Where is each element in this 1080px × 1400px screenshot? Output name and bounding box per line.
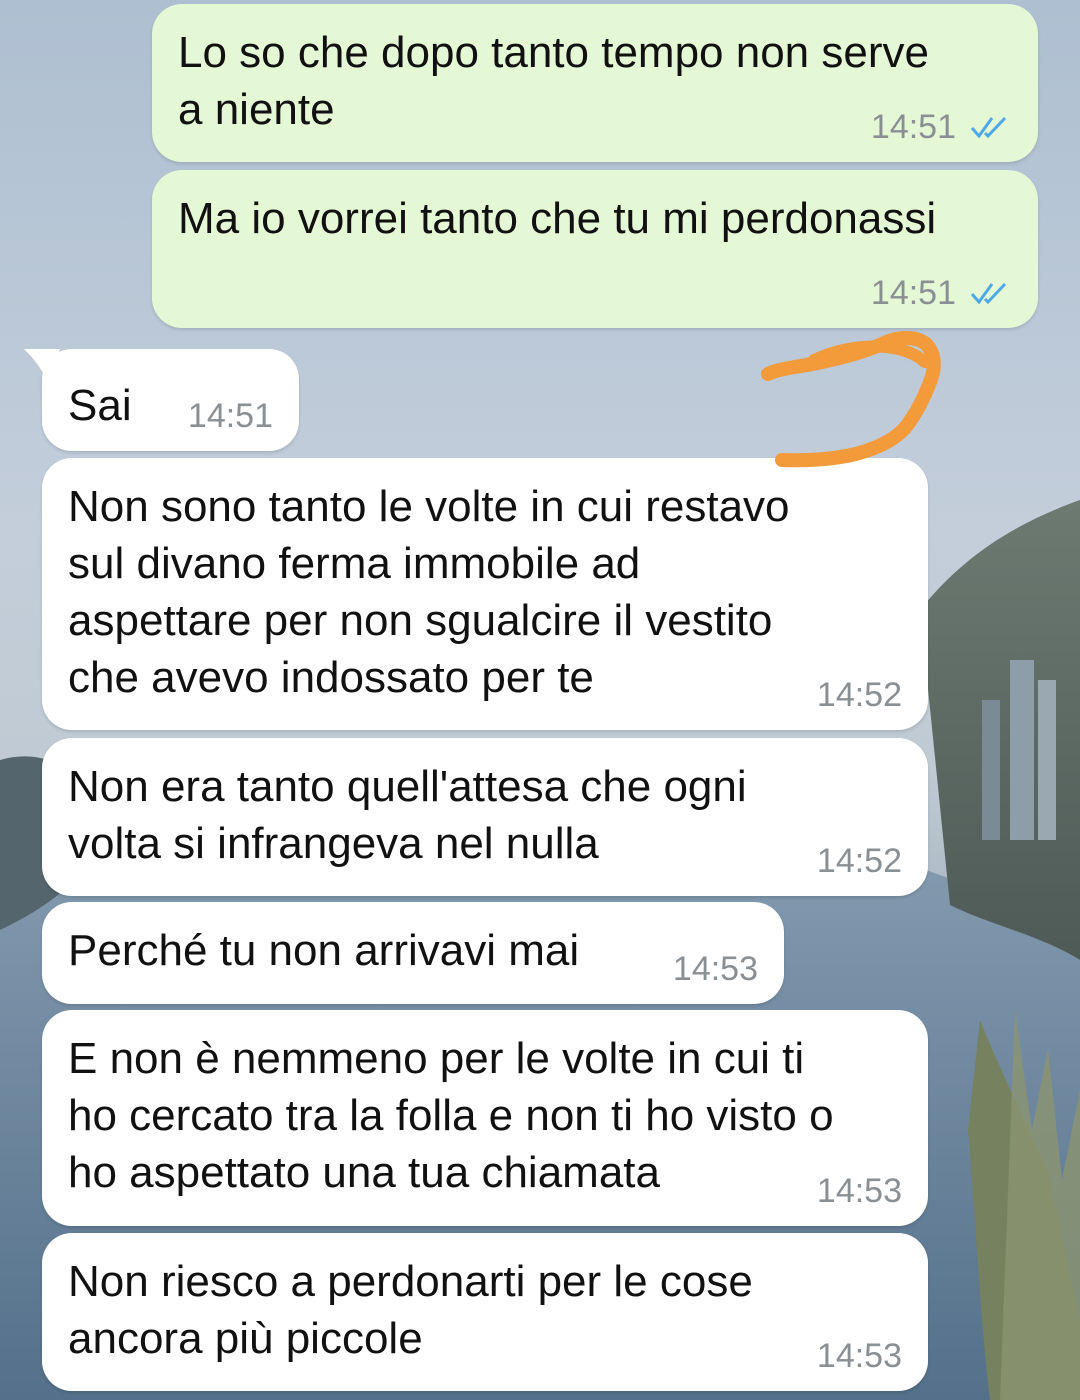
message-text: Lo so che dopo tanto tempo non serve a n… [178,28,929,134]
outgoing-message-bubble[interactable]: Ma io vorrei tanto che tu mi perdonassi … [152,170,1038,328]
message-text: Sai [68,381,132,430]
message-meta: 14:52 [817,844,902,878]
message-text: Ma io vorrei tanto che tu mi perdonassi [178,194,937,243]
message-meta: 14:51 [188,399,273,433]
message-time: 14:52 [816,842,902,880]
incoming-message-bubble[interactable]: Perché tu non arrivavi mai 14:53 [42,902,784,1004]
orange-scribble-annotation [761,331,941,468]
message-text: Non sono tanto le volte in cui restavo s… [68,482,790,702]
message-time: 14:53 [816,1172,902,1210]
message-time: 14:53 [672,950,758,988]
incoming-message-bubble[interactable]: Non sono tanto le volte in cui restavo s… [42,458,928,730]
message-meta: 14:52 [817,678,902,712]
message-time: 14:53 [816,1337,902,1375]
double-check-icon [970,282,1007,305]
message-time: 14:51 [870,274,956,312]
incoming-message-bubble[interactable]: Sai 14:51 [24,349,299,451]
incoming-message-bubble[interactable]: Non riesco a perdonarti per le cose anco… [42,1233,928,1391]
message-time: 14:51 [870,108,956,146]
outgoing-message-bubble[interactable]: Lo so che dopo tanto tempo non serve a n… [152,4,1038,162]
incoming-message-bubble[interactable]: Non era tanto quell'attesa che ogni volt… [42,738,928,896]
message-text: E non è nemmeno per le volte in cui ti h… [68,1034,834,1197]
message-text: Non riesco a perdonarti per le cose anco… [68,1257,753,1363]
bubble-tail-icon [24,349,60,383]
message-text: Perché tu non arrivavi mai [68,926,580,975]
double-check-icon [970,116,1007,139]
message-text: Non era tanto quell'attesa che ogni volt… [68,762,747,868]
message-meta: 14:51 [871,276,1012,310]
message-meta: 14:53 [817,1174,902,1208]
message-meta: 14:53 [817,1339,902,1373]
incoming-message-bubble[interactable]: E non è nemmeno per le volte in cui ti h… [42,1010,928,1226]
message-meta: 14:51 [871,110,1012,144]
message-time: 14:51 [187,397,273,435]
chat-thread: Lo so che dopo tanto tempo non serve a n… [0,0,1080,1400]
message-time: 14:52 [816,676,902,714]
message-meta: 14:53 [673,952,758,986]
